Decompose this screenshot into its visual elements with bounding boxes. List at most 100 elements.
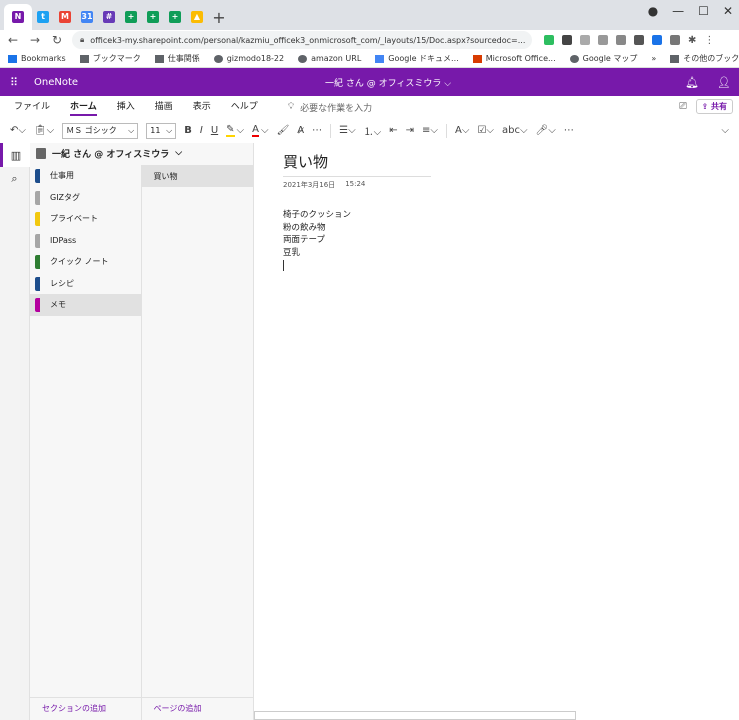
page-canvas[interactable]: 買い物 2021年3月16日 15:24 椅子のクッション 粉の飲み物 両面テープ豆… <box>254 143 739 720</box>
font-color-button[interactable]: A ⌵ <box>252 124 269 137</box>
format-painter-icon[interactable]: 🖌︎ <box>277 125 290 136</box>
bookmark-item[interactable]: Google マップ <box>569 53 637 64</box>
back-button[interactable]: ← <box>6 33 20 47</box>
outdent-icon[interactable]: ⇤ <box>389 125 397 136</box>
notebook-header[interactable]: 一紀 さん @ オフィスミウラ ⌵ <box>30 143 253 163</box>
styles-button[interactable]: A⌵ <box>455 125 469 136</box>
bookmark-item[interactable]: Microsoft Office... <box>472 53 556 64</box>
dictate-button[interactable]: 🎤︎⌵ <box>536 125 556 136</box>
evernote-icon[interactable] <box>544 35 554 45</box>
bookmark-item[interactable]: gizmodo18-22 <box>213 53 284 64</box>
bookmark-item[interactable]: ブックマーク <box>79 53 141 64</box>
profile-menu-icon[interactable]: ● <box>648 4 658 18</box>
tags-button[interactable]: ☑⌵ <box>477 125 494 136</box>
close-button[interactable]: ✕ <box>723 4 733 18</box>
browser-tab[interactable]: + <box>142 4 164 30</box>
navigation-pane: 一紀 さん @ オフィスミウラ ⌵ 仕事用 GIZタグ プライベート IDPass クイ… <box>30 143 254 720</box>
notifications-bell-icon[interactable]: 🔔︎ <box>685 76 699 89</box>
extension-icon[interactable] <box>652 35 662 45</box>
document-title[interactable]: 一紀 さん @ オフィスミウラ ⌵ <box>325 76 451 89</box>
more-font-options[interactable]: ⋯ <box>312 125 322 136</box>
bookmark-item[interactable]: amazon URL <box>298 53 361 64</box>
ribbon-tab[interactable]: 表示 <box>193 99 211 116</box>
bullets-button[interactable]: ☰⌵ <box>339 125 356 136</box>
section-item[interactable]: IDPass <box>30 230 141 252</box>
new-tab-button[interactable]: + <box>208 4 230 30</box>
horizontal-scrollbar[interactable] <box>254 711 576 720</box>
add-page-button[interactable]: ページの追加 <box>154 703 202 714</box>
indent-icon[interactable]: ⇥ <box>406 125 414 136</box>
browser-tab[interactable]: N <box>4 4 32 30</box>
section-item[interactable]: クイック ノート <box>30 251 141 273</box>
align-button[interactable]: ≡⌵ <box>422 125 438 136</box>
app-launcher-icon[interactable]: ⠿ <box>10 76 22 89</box>
ribbon-tab[interactable]: ファイル <box>14 99 50 116</box>
browser-tab[interactable]: + <box>164 4 186 30</box>
ribbon-tab[interactable]: 挿入 <box>117 99 135 116</box>
paste-button[interactable]: 📋︎⌵ <box>34 125 54 136</box>
note-line[interactable]: 豆乳 <box>283 247 351 260</box>
extension-icon[interactable] <box>562 35 572 45</box>
section-item[interactable]: プライベート <box>30 208 141 230</box>
bookmark-item[interactable]: Bookmarks <box>8 53 66 64</box>
bookmark-star-icon[interactable]: ☆ <box>531 36 532 45</box>
underline-button[interactable]: U <box>211 125 218 136</box>
page-title[interactable]: 買い物 <box>283 151 431 177</box>
note-line[interactable]: 粉の飲み物 <box>283 222 351 235</box>
tell-me-box[interactable]: 💡︎ 必要な作業を入力 <box>288 101 372 114</box>
section-item[interactable]: 仕事用 <box>30 165 141 187</box>
clear-format-icon[interactable]: A̷ <box>297 125 304 136</box>
extension-icon[interactable] <box>634 35 644 45</box>
italic-button[interactable]: I <box>200 125 203 136</box>
other-bookmarks[interactable]: その他のブックマーク <box>670 53 739 64</box>
undo-button[interactable]: ↶⌵ <box>10 125 26 136</box>
extension-icon[interactable] <box>598 35 608 45</box>
ribbon-tab[interactable]: 描画 <box>155 99 173 116</box>
present-icon[interactable]: ⎚ <box>679 101 687 112</box>
section-item[interactable]: メモ <box>30 294 141 316</box>
section-item[interactable]: レシピ <box>30 273 141 295</box>
image-icon[interactable] <box>616 35 626 45</box>
reload-button[interactable]: ↻ <box>50 33 64 47</box>
ribbon-tab[interactable]: ヘルプ <box>231 99 258 116</box>
share-button[interactable]: ⇪ 共有 <box>695 99 733 114</box>
highlight-button[interactable]: ✎ ⌵ <box>226 124 244 137</box>
maximize-button[interactable]: ☐ <box>698 4 709 18</box>
extension-icon[interactable] <box>670 35 680 45</box>
spelling-button[interactable]: abc⌵ <box>502 125 528 136</box>
lightbulb-icon: 💡︎ <box>287 102 295 112</box>
menu-icon[interactable]: ⋮ <box>704 35 714 46</box>
browser-tab[interactable]: # <box>98 4 120 30</box>
font-name-select[interactable]: ＭＳ ゴシック ⌵ <box>62 122 139 139</box>
font-size-select[interactable]: 11 ⌵ <box>146 122 177 139</box>
bookmark-item[interactable]: 仕事関係 <box>154 53 200 64</box>
bold-button[interactable]: B <box>184 125 192 136</box>
ribbon-collapse-icon[interactable]: ⌵ <box>721 125 729 136</box>
browser-tab[interactable]: 31 <box>76 4 98 30</box>
browser-tab[interactable]: M <box>54 4 76 30</box>
more-options[interactable]: ⋯ <box>564 125 574 136</box>
bookmark-item[interactable]: Google ドキュメ... <box>375 53 459 64</box>
extension-icon[interactable] <box>580 35 590 45</box>
browser-tab[interactable]: + <box>120 4 142 30</box>
address-bar[interactable]: 🔒︎ officek3-my.sharepoint.com/personal/k… <box>72 31 532 49</box>
notebooks-icon[interactable]: ▥ <box>0 143 30 167</box>
add-section-button[interactable]: セクションの追加 <box>42 703 106 714</box>
minimize-button[interactable]: — <box>672 4 684 18</box>
more-bookmarks-icon[interactable]: » <box>651 54 656 63</box>
section-color-tab <box>35 298 40 312</box>
puzzle-icon[interactable]: ✱ <box>688 35 696 46</box>
forward-button[interactable]: → <box>28 33 42 47</box>
numbering-button[interactable]: ⒈⌵ <box>364 123 382 138</box>
note-line[interactable]: 両面テープ <box>283 234 351 247</box>
browser-tab[interactable]: t <box>32 4 54 30</box>
search-icon[interactable]: ⌕ <box>0 167 30 191</box>
ribbon-tab[interactable]: ホーム <box>70 99 97 116</box>
app-name[interactable]: OneNote <box>34 77 78 88</box>
section-item[interactable]: GIZタグ <box>30 187 141 209</box>
browser-tab[interactable]: ▲ <box>186 4 208 30</box>
account-icon[interactable]: 👤︎ <box>717 76 731 89</box>
note-body[interactable]: 椅子のクッション 粉の飲み物 両面テープ 豆乳 <box>283 209 351 271</box>
page-item[interactable]: 買い物 <box>141 165 253 187</box>
note-line[interactable]: 椅子のクッション <box>283 209 351 222</box>
